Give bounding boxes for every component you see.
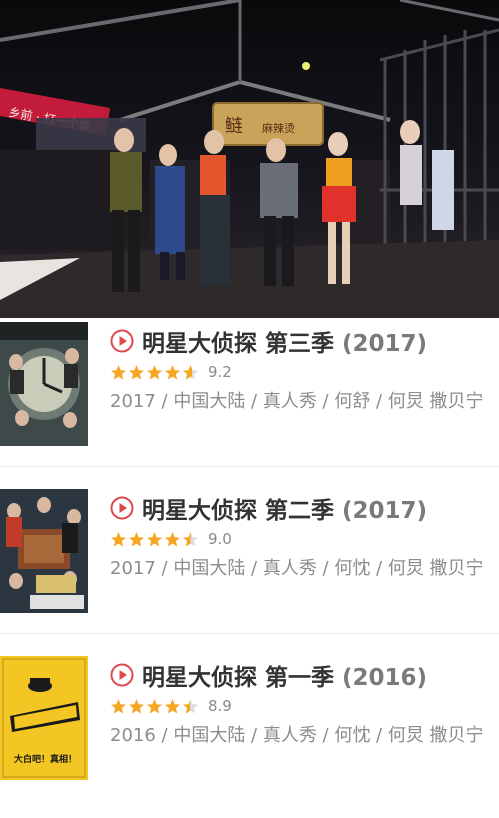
star-icon (129, 531, 144, 546)
rating-score: 9.2 (208, 363, 232, 381)
season-1-poster-image: 大白吧！真相！ (0, 656, 88, 780)
hero-image[interactable]: 乡前 · 打一个饭 鲢 麻辣烫 (0, 0, 499, 318)
star-icon (165, 364, 180, 379)
poster-thumbnail[interactable] (0, 489, 88, 613)
star-icon (183, 698, 198, 713)
rating-row: 9.0 (110, 529, 232, 549)
item-title[interactable]: 明星大侦探 第一季 (2016) (142, 658, 427, 692)
sign-text: 鲢 (225, 116, 243, 137)
item-title[interactable]: 明星大侦探 第二季 (2017) (142, 491, 427, 525)
poster-text: 大白吧！真相！ (14, 753, 77, 765)
list-item[interactable]: 明星大侦探 第三季 (2017) 9.2 2017 / 中国大陆 / 真人秀 /… (0, 318, 499, 484)
item-title-row[interactable]: 明星大侦探 第三季 (2017) (110, 324, 427, 358)
rating-row: 8.9 (110, 696, 232, 716)
item-meta: 2016 / 中国大陆 / 真人秀 / 何忱 / 何炅 撒贝宁 (110, 725, 484, 746)
star-rating (110, 364, 200, 381)
star-icon (165, 531, 180, 546)
poster-thumbnail[interactable]: 大白吧！真相！ (0, 656, 88, 780)
item-title-row[interactable]: 明星大侦探 第二季 (2017) (110, 491, 427, 525)
play-icon[interactable] (110, 496, 134, 520)
list-item[interactable]: 大白吧！真相！ 明星大侦探 第一季 (2016) 8.9 2016 / 中国大陆… (0, 652, 499, 818)
star-icon (111, 364, 126, 379)
star-rating (110, 531, 200, 548)
stage-scene: 乡前 · 打一个饭 鲢 麻辣烫 (0, 0, 499, 318)
item-title-row[interactable]: 明星大侦探 第一季 (2016) (110, 658, 427, 692)
star-icon (147, 364, 162, 379)
star-icon (147, 531, 162, 546)
star-icon (129, 698, 144, 713)
rating-row: 9.2 (110, 362, 232, 382)
divider (0, 633, 499, 634)
rating-score: 9.0 (208, 530, 232, 548)
star-icon (183, 531, 198, 546)
star-rating (110, 698, 200, 715)
play-icon[interactable] (110, 329, 134, 353)
season-3-poster-image (0, 322, 88, 446)
star-icon (111, 698, 126, 713)
play-icon[interactable] (110, 663, 134, 687)
star-icon (111, 531, 126, 546)
sign-sub: 麻辣烫 (262, 121, 295, 135)
item-meta: 2017 / 中国大陆 / 真人秀 / 何忱 / 何炅 撒贝宁 (110, 558, 484, 579)
poster-thumbnail[interactable] (0, 322, 88, 446)
item-meta: 2017 / 中国大陆 / 真人秀 / 何舒 / 何炅 撒贝宁 (110, 391, 484, 412)
divider (0, 466, 499, 467)
star-icon (129, 364, 144, 379)
star-icon (147, 698, 162, 713)
item-title[interactable]: 明星大侦探 第三季 (2017) (142, 324, 427, 358)
rating-score: 8.9 (208, 697, 232, 715)
season-2-poster-image (0, 489, 88, 613)
star-icon (183, 364, 198, 379)
star-icon (165, 698, 180, 713)
list-item[interactable]: 明星大侦探 第二季 (2017) 9.0 2017 / 中国大陆 / 真人秀 /… (0, 485, 499, 651)
